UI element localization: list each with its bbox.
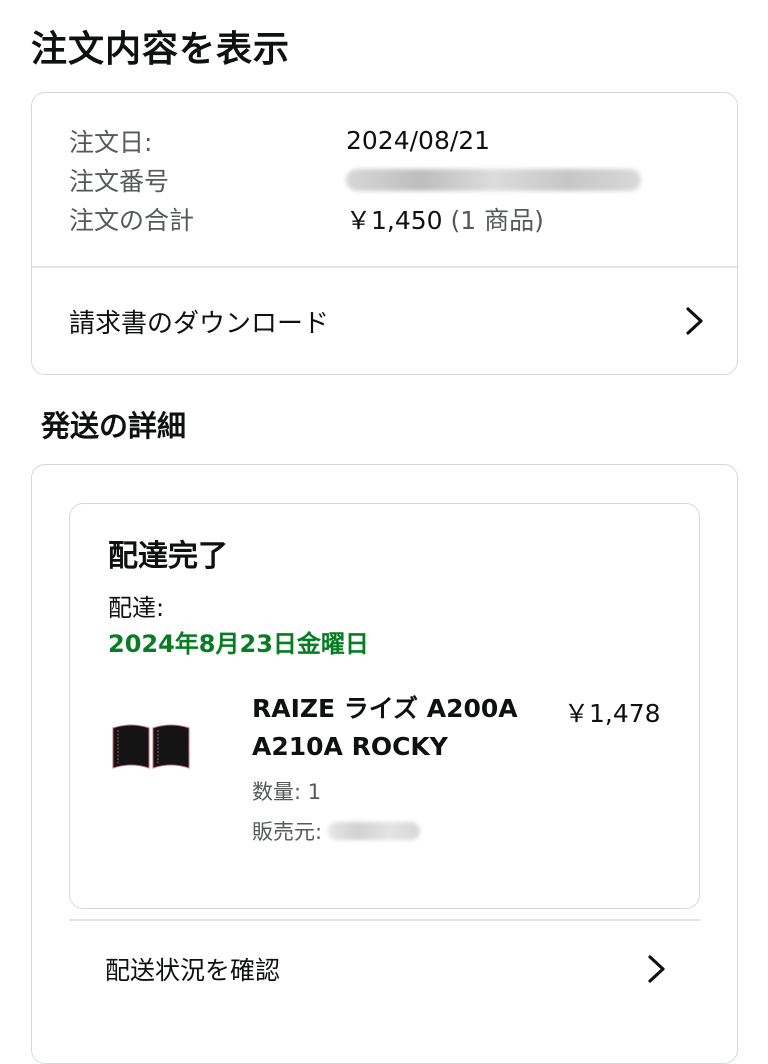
order-total-amount: ￥1,450 xyxy=(346,205,443,235)
order-date-label: 注文日: xyxy=(69,127,153,157)
order-total-label: 注文の合計 xyxy=(69,205,195,235)
product-quantity: 数量: 1 xyxy=(252,780,322,804)
order-number-label: 注文番号 xyxy=(69,166,170,196)
track-package-label: 配送状況を確認 xyxy=(105,956,281,985)
seller-name-redacted xyxy=(328,822,421,840)
delivery-date: 2024年8月23日金曜日 xyxy=(108,630,369,658)
order-number-redacted xyxy=(346,168,641,191)
order-date-row: 注文日: 2024/08/21 xyxy=(69,121,737,160)
product-title-link[interactable]: RAIZE ライズ A200A A210A ROCKY xyxy=(252,690,532,766)
order-date-value: 2024/08/21 xyxy=(346,126,491,155)
download-invoice-link[interactable]: 請求書のダウンロード xyxy=(32,269,737,373)
order-number-row: 注文番号 xyxy=(69,160,737,199)
chevron-right-icon xyxy=(648,955,665,983)
track-package-link[interactable]: 配送状況を確認 xyxy=(32,921,737,1017)
seller-label: 販売元: xyxy=(252,820,323,844)
order-items-count: (1 商品) xyxy=(450,205,544,235)
product-price: ￥1,478 xyxy=(564,699,661,728)
shipping-details-card: 配達完了 配達: 2024年8月23日金曜日 RAIZE ライズ A200A A… xyxy=(31,464,738,1064)
delivery-label: 配達: xyxy=(108,594,165,622)
shipping-section-title: 発送の詳細 xyxy=(41,409,187,443)
page-title: 注文内容を表示 xyxy=(31,29,291,70)
product-thumbnail[interactable] xyxy=(111,718,191,774)
download-invoice-label: 請求書のダウンロード xyxy=(69,308,330,339)
order-summary: 注文日: 2024/08/21 注文番号 注文の合計 ￥1,450 (1 商品) xyxy=(32,93,737,238)
delivery-status: 配達完了 xyxy=(108,539,228,574)
shipment-card: 配達完了 配達: 2024年8月23日金曜日 RAIZE ライズ A200A A… xyxy=(69,503,700,909)
order-summary-card: 注文日: 2024/08/21 注文番号 注文の合計 ￥1,450 (1 商品)… xyxy=(31,92,738,375)
order-total-value: ￥1,450 (1 商品) xyxy=(346,201,544,237)
order-total-row: 注文の合計 ￥1,450 (1 商品) xyxy=(69,199,737,238)
product-seller: 販売元: xyxy=(252,816,421,846)
chevron-right-icon xyxy=(686,307,703,335)
divider xyxy=(32,266,737,268)
